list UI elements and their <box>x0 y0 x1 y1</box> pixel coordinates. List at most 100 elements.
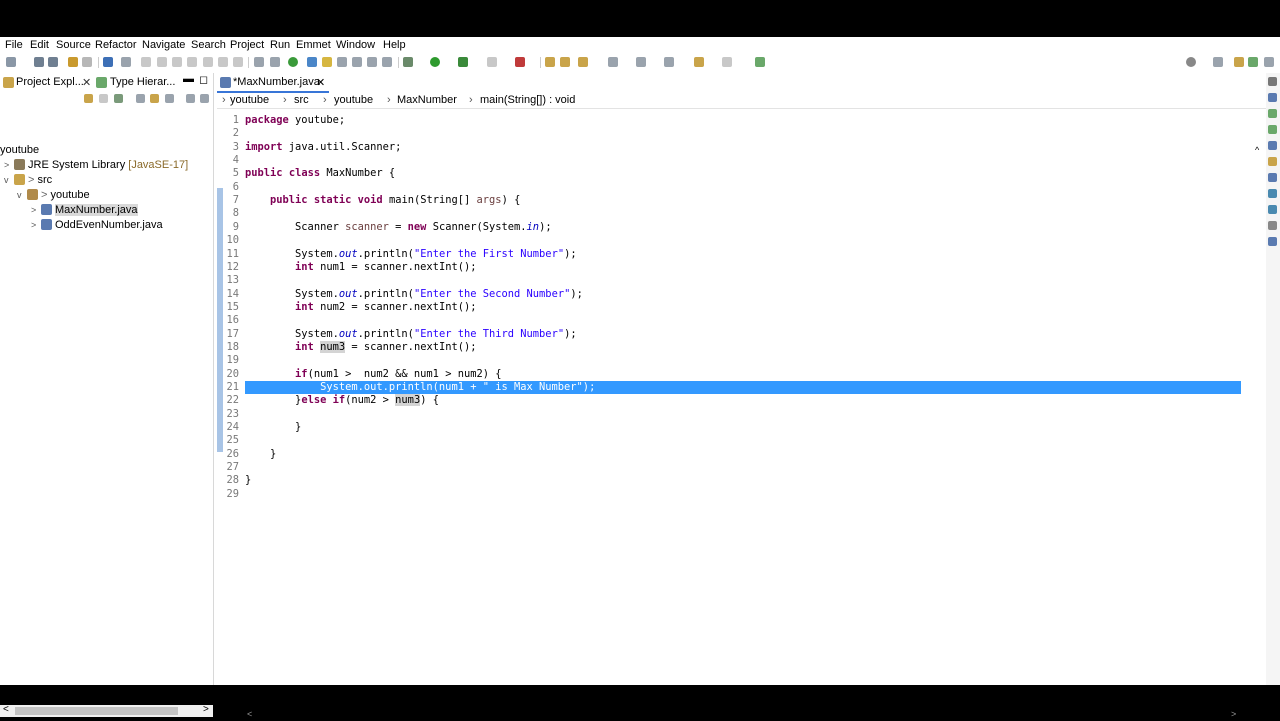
forward-icon[interactable] <box>722 57 732 67</box>
open-type-icon[interactable] <box>560 57 570 67</box>
word-wrap-icon[interactable] <box>352 57 362 67</box>
code-line[interactable]: 1 package youtube; <box>217 114 1241 127</box>
code-line[interactable]: 2 <box>217 127 1241 140</box>
save-all-icon[interactable] <box>48 57 58 67</box>
breakpoints-icon[interactable] <box>1268 189 1277 198</box>
code-line[interactable]: 22 }else if(num2 > num3) { <box>217 394 1241 407</box>
undo-icon[interactable] <box>68 57 78 67</box>
focus-icon[interactable] <box>186 94 195 103</box>
code-line[interactable]: 26 } <box>217 448 1241 461</box>
code-line[interactable]: 25 <box>217 434 1241 447</box>
java-ee-perspective-icon[interactable] <box>1234 57 1244 67</box>
close-icon[interactable]: ✕ <box>316 76 325 89</box>
breadcrumb-project[interactable]: youtube <box>230 94 269 106</box>
disconnect-icon[interactable] <box>187 57 197 67</box>
redo-icon[interactable] <box>82 57 92 67</box>
code-line[interactable]: 28} <box>217 474 1241 487</box>
step-into-icon[interactable] <box>203 57 213 67</box>
view-menu-icon[interactable] <box>200 94 209 103</box>
scroll-right-icon[interactable]: > <box>203 704 209 715</box>
menu-navigate[interactable]: Navigate <box>142 39 185 51</box>
prev-annotation-icon[interactable] <box>636 57 646 67</box>
chevron-down-icon[interactable]: v <box>4 175 14 185</box>
code-line[interactable]: 16 <box>217 314 1241 327</box>
menu-run[interactable]: Run <box>270 39 290 51</box>
registers-icon[interactable] <box>1268 221 1277 230</box>
menu-search[interactable]: Search <box>191 39 226 51</box>
javadoc-icon[interactable] <box>1268 141 1277 150</box>
show-whitespace-icon[interactable] <box>367 57 377 67</box>
block-select-icon[interactable] <box>337 57 347 67</box>
tab-maxnumber-java[interactable]: *MaxNumber.java ✕ <box>217 73 329 93</box>
collapse-all-icon[interactable] <box>136 94 145 103</box>
problems-icon[interactable] <box>1268 125 1277 134</box>
breadcrumb-class[interactable]: MaxNumber <box>397 94 457 106</box>
new-java-project-icon[interactable] <box>545 57 555 67</box>
search-wand-icon[interactable] <box>578 57 588 67</box>
last-edit-icon[interactable] <box>664 57 674 67</box>
tree-item-src[interactable]: v > src <box>4 174 52 186</box>
scroll-left-icon[interactable]: < <box>3 704 9 715</box>
maximize-icon[interactable]: ◻ <box>199 73 208 86</box>
scroll-left-icon[interactable]: < <box>247 709 252 719</box>
step-over-icon[interactable] <box>218 57 228 67</box>
code-line[interactable]: 29 <box>217 488 1241 501</box>
close-icon[interactable]: ✕ <box>82 76 91 89</box>
scrollbar-thumb[interactable] <box>15 707 178 715</box>
search-icon[interactable] <box>1186 57 1196 67</box>
code-line[interactable]: 7 public static void main(String[] args)… <box>217 194 1241 207</box>
tab-project-explorer[interactable]: Project Expl... <box>16 76 84 88</box>
menu-project[interactable]: Project <box>230 39 264 51</box>
chevron-right-icon[interactable]: › <box>283 94 287 106</box>
filter-icon[interactable] <box>165 94 174 103</box>
menu-source[interactable]: Source <box>56 39 91 51</box>
new-server-icon[interactable] <box>515 57 525 67</box>
java-perspective-icon[interactable] <box>1248 57 1258 67</box>
up-icon[interactable] <box>114 94 123 103</box>
breadcrumb-src[interactable]: src <box>294 94 309 106</box>
save-icon[interactable] <box>34 57 44 67</box>
code-line[interactable]: 15 int num2 = scanner.nextInt(); <box>217 301 1241 314</box>
chevron-right-icon[interactable]: > <box>4 160 14 170</box>
declaration-icon[interactable] <box>1268 157 1277 166</box>
code-line[interactable]: 5 public class MaxNumber { <box>217 167 1241 180</box>
chevron-right-icon[interactable]: › <box>222 94 226 106</box>
link-editor-icon[interactable] <box>150 94 159 103</box>
new-icon[interactable] <box>6 57 16 67</box>
tree-item-oddevennumber[interactable]: > OddEvenNumber.java <box>31 219 163 231</box>
code-line[interactable]: 18 int num3 = scanner.nextInt(); <box>217 340 1241 354</box>
terminal-icon[interactable] <box>103 57 113 67</box>
resume-icon[interactable] <box>141 57 151 67</box>
suspend-icon[interactable] <box>157 57 167 67</box>
chevron-right-icon[interactable]: › <box>323 94 327 106</box>
open-perspective-icon[interactable] <box>1213 57 1223 67</box>
forward-icon[interactable] <box>99 94 108 103</box>
tree-item-jre[interactable]: > JRE System Library [JavaSE-17] <box>4 159 188 171</box>
next-annotation-icon[interactable] <box>608 57 618 67</box>
code-line[interactable]: 14 System.out.println("Enter the Second … <box>217 288 1241 301</box>
vertical-scrollbar[interactable]: ^ v <box>1254 145 1266 709</box>
expressions-icon[interactable] <box>1268 205 1277 214</box>
toggle-mark-icon[interactable] <box>307 57 317 67</box>
tree-root-youtube[interactable]: youtube <box>0 144 39 156</box>
code-line[interactable]: 10 <box>217 234 1241 247</box>
chevron-up-icon[interactable]: ^ <box>1255 145 1259 155</box>
code-line[interactable]: 3 import java.util.Scanner; <box>217 141 1241 154</box>
back-icon[interactable] <box>84 94 93 103</box>
breadcrumb-method[interactable]: main(String[]) : void <box>480 94 575 106</box>
menu-refactor[interactable]: Refactor <box>95 39 137 51</box>
external-tools-icon[interactable] <box>487 57 497 67</box>
code-line[interactable]: 13 <box>217 274 1241 287</box>
restore-icon[interactable] <box>1268 77 1277 86</box>
drop-to-frame-icon[interactable] <box>254 57 264 67</box>
code-line[interactable]: 9 Scanner scanner = new Scanner(System.i… <box>217 221 1241 234</box>
horizontal-scrollbar[interactable]: < > <box>0 704 213 717</box>
chevron-right-icon[interactable]: > <box>31 220 41 230</box>
chevron-down-icon[interactable]: v <box>17 190 27 200</box>
code-line[interactable]: 21 System.out.println(num1 + " is Max Nu… <box>217 381 1241 394</box>
highlight-icon[interactable] <box>322 57 332 67</box>
code-line[interactable]: 19 <box>217 354 1241 367</box>
scroll-right-icon[interactable]: > <box>1231 709 1236 719</box>
code-line[interactable]: 4 <box>217 154 1241 167</box>
terminate-icon[interactable] <box>172 57 182 67</box>
